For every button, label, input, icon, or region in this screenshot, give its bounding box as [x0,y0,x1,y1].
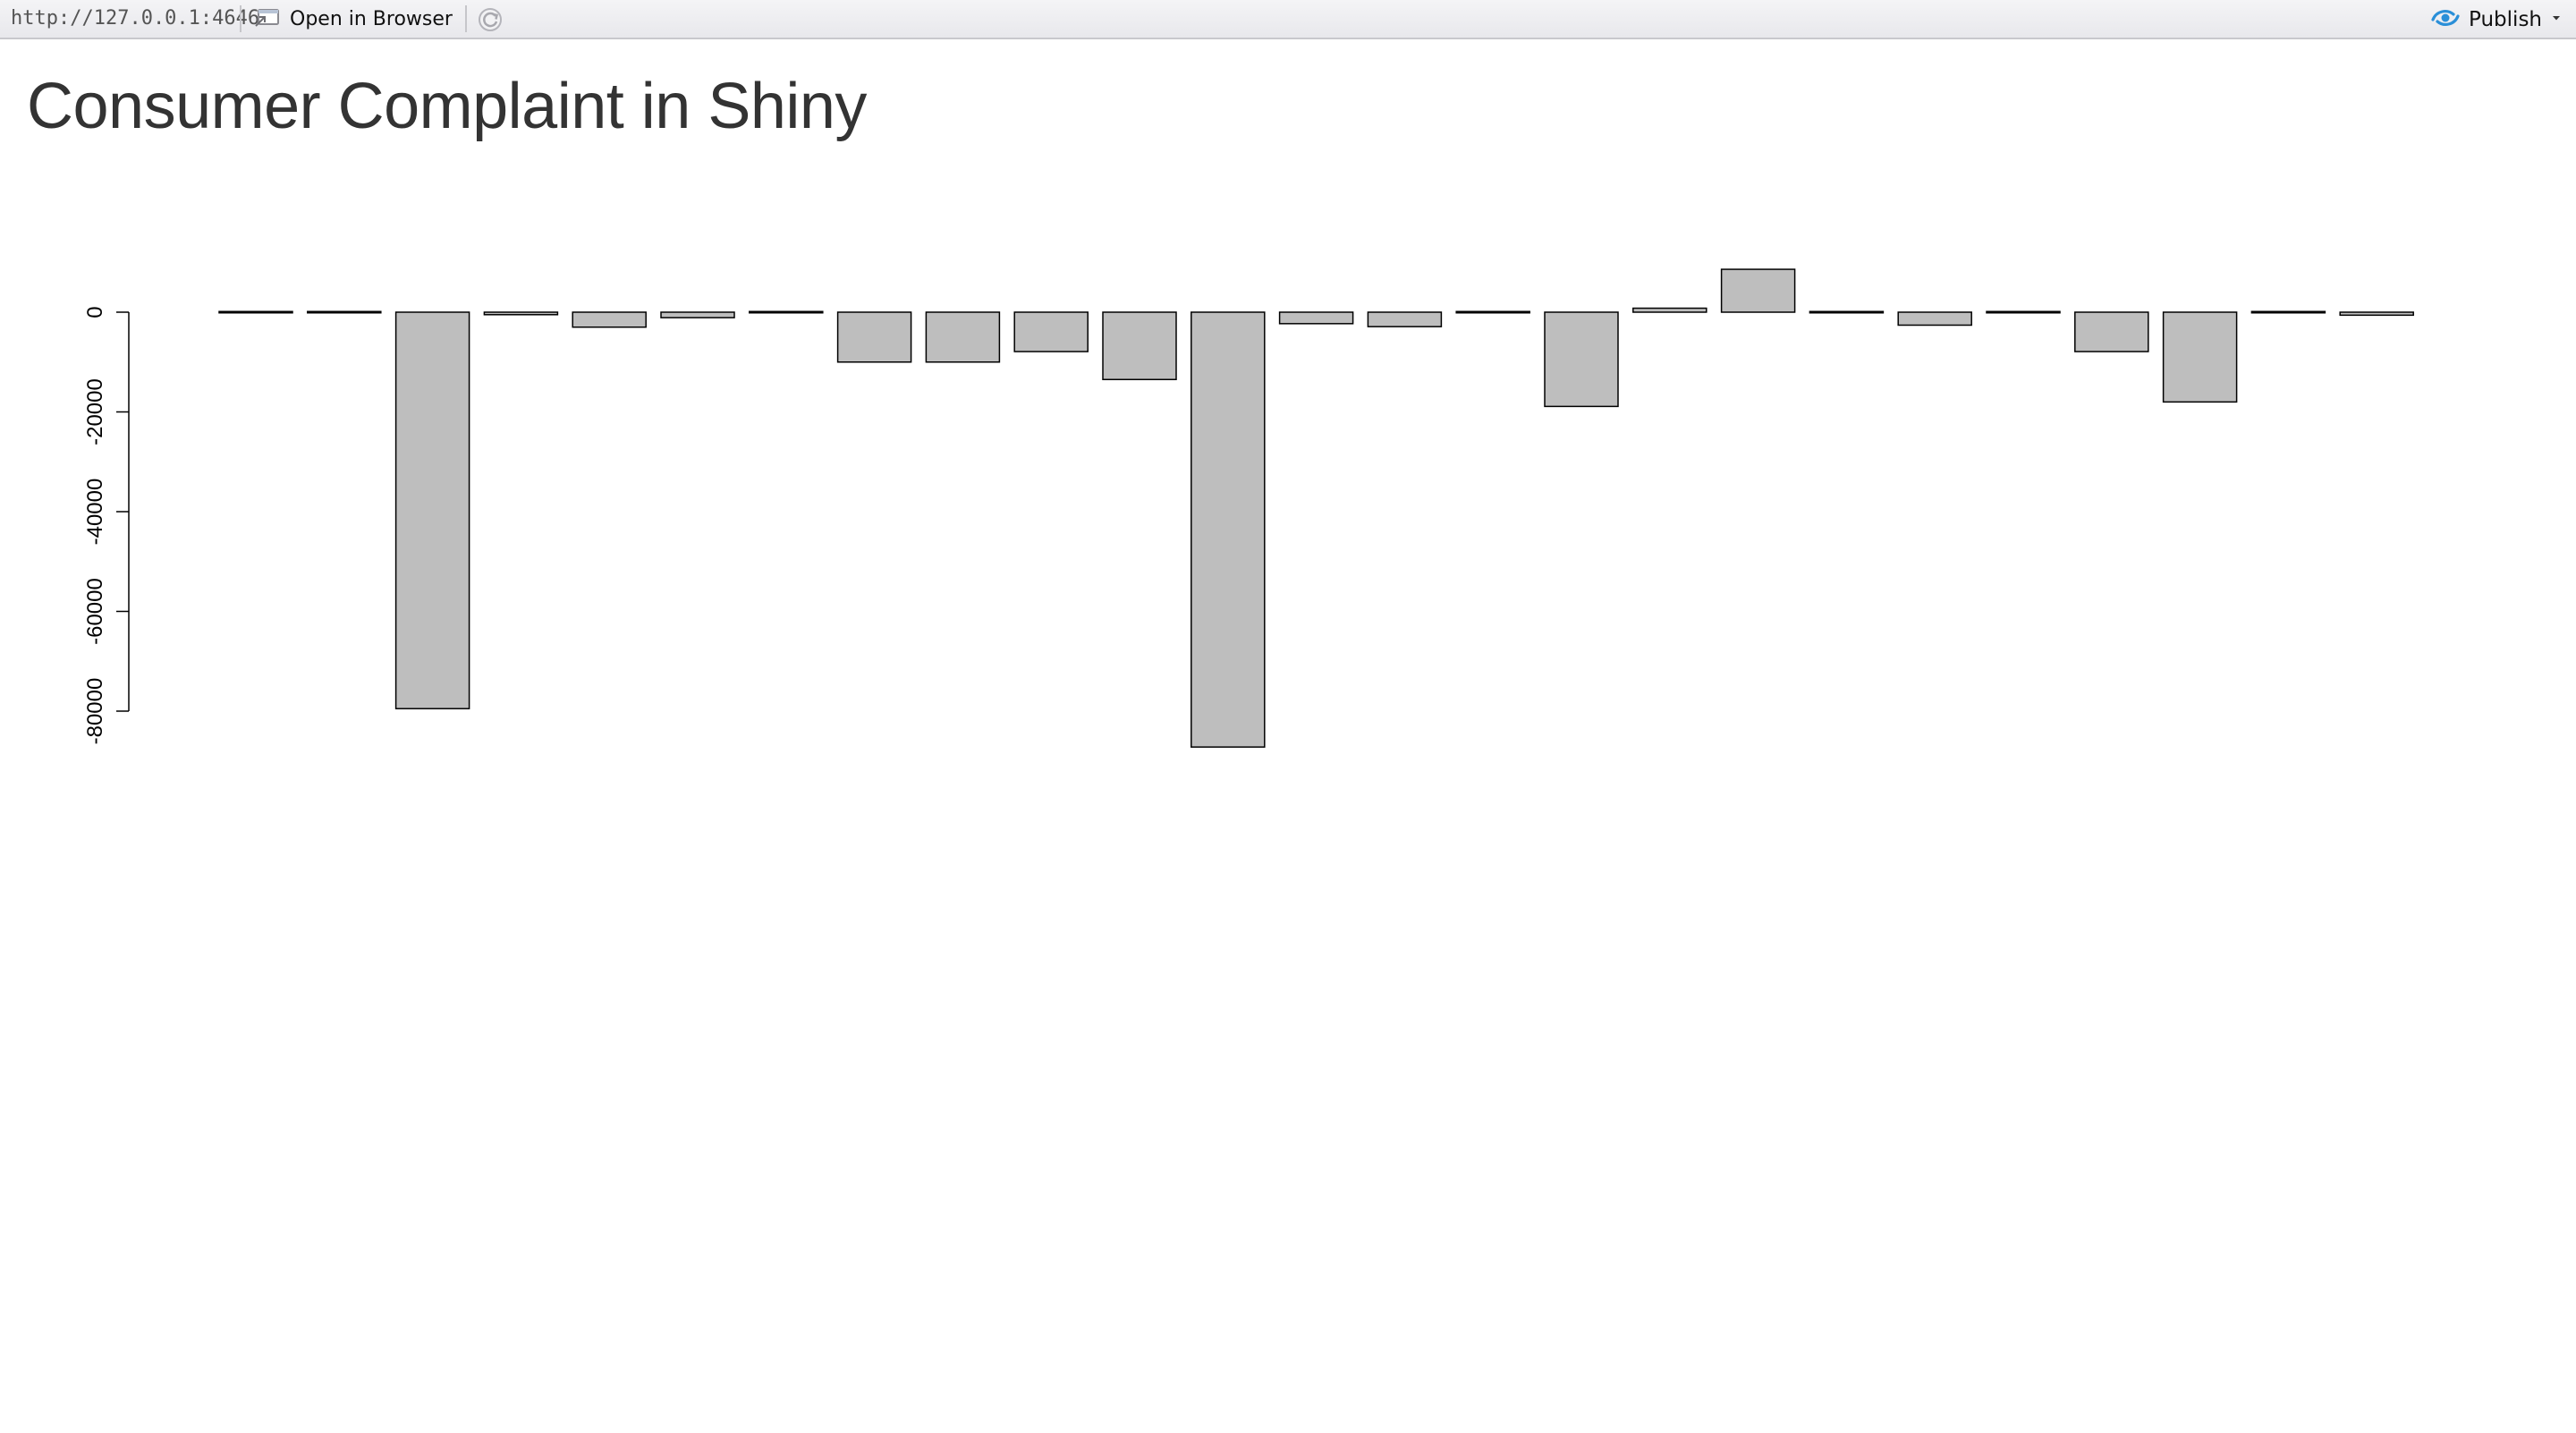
y-tick-label: -20000 [83,378,107,445]
bar [1278,311,1354,325]
bar [660,311,735,318]
bar [1367,311,1443,327]
bar [1632,307,1707,313]
bar [925,311,1001,363]
y-tick-label: 0 [83,306,107,318]
refresh-button[interactable] [476,5,504,34]
bar [749,310,824,314]
bar [1544,311,1619,408]
bar [483,311,559,316]
bar [1986,310,2061,314]
bar [2250,310,2326,314]
complaint-bar-chart: 0 -20000 -40000 -60000 -80000 [83,268,2414,748]
bar [1102,311,1177,381]
y-tick-label: -40000 [83,479,107,546]
bar [394,311,470,709]
bar [218,310,293,314]
bar [836,311,912,363]
y-tick-label: -80000 [83,678,107,745]
bar [2162,311,2238,403]
bar [1720,268,1796,313]
y-axis: 0 -20000 -40000 -60000 -80000 [83,306,130,745]
open-in-browser-label: Open in Browser [290,7,453,30]
refresh-icon [479,8,502,31]
bar [1455,310,1530,314]
bar [1897,311,1972,326]
y-tick-label: -60000 [83,578,107,645]
bar [2339,311,2414,317]
publish-icon [2429,4,2462,36]
bar [572,311,647,328]
bar [307,310,382,314]
viewer-url: http://127.0.0.1:4646 [11,7,260,30]
open-in-browser-icon [254,6,281,32]
bar [1809,310,1885,314]
toolbar-divider [240,5,242,32]
publish-label: Publish [2469,8,2542,31]
bar [1013,311,1089,352]
open-in-browser-button[interactable]: Open in Browser [254,4,453,33]
chevron-down-icon [2549,12,2563,28]
viewer-toolbar: http://127.0.0.1:4646 Open in Browser Pu… [0,0,2576,39]
page-title: Consumer Complaint in Shiny [27,71,867,142]
bar [2074,311,2149,352]
bar [1191,311,1266,748]
bars [218,268,2414,748]
publish-button[interactable]: Publish [2429,4,2563,36]
toolbar-divider [465,5,467,32]
